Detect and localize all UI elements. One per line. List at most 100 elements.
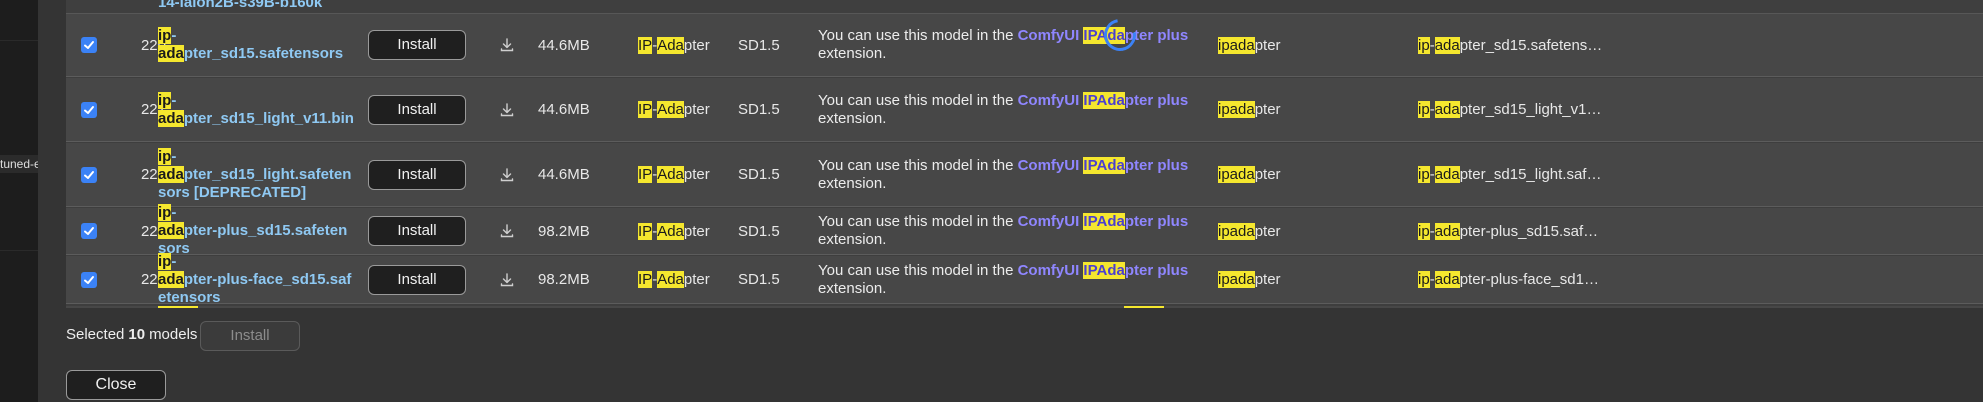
model-filename: ip-adapter_sd15_light_v11.bin xyxy=(158,78,354,141)
comfyui-ipadapter-link[interactable]: ComfyUI IPAdapter plus xyxy=(1017,91,1188,109)
text-segment: ComfyUI xyxy=(1017,27,1084,44)
filename-segment: - xyxy=(171,27,177,44)
search-highlight: ipada xyxy=(1218,166,1255,183)
install-button[interactable]: Install xyxy=(368,216,466,246)
download-icon xyxy=(500,102,514,116)
filename-fragment: 14-laion2B-s39B-b160k xyxy=(158,0,323,11)
search-highlight: ada xyxy=(158,109,184,127)
description-text: You can use this model in the ComfyUI IP… xyxy=(818,261,1223,298)
table-row[interactable]: 222 ip-adapter_sd15_light.safetensors [DE… xyxy=(66,143,1983,207)
text-segment: pter plus xyxy=(1124,213,1189,230)
description-text: You can use this model in the ComfyUI IP… xyxy=(818,27,1223,63)
text-segment: extension. xyxy=(818,45,887,62)
filename-segment: s xyxy=(334,45,344,62)
model-description: You can use this model in the ComfyUI IP… xyxy=(818,14,1223,76)
table-row[interactable]: 223 ip-adapter-plus_sd15.safetensors Insta… xyxy=(66,204,1983,257)
search-highlight: ip xyxy=(158,147,172,165)
filename-text: ip-adapter-plus_sd15.safetensors xyxy=(158,204,354,258)
model-type: IP - Ada pter xyxy=(638,208,728,254)
text-segment: pter xyxy=(683,166,710,183)
text-segment: pter xyxy=(1254,101,1281,118)
text-segment: pter xyxy=(1254,36,1281,54)
model-type: IP - Ada pter xyxy=(638,256,728,303)
text-segment: pter xyxy=(683,222,710,240)
install-selected-button[interactable]: Install xyxy=(200,321,300,351)
search-highlight: ada xyxy=(1434,222,1460,240)
text-segment: extension. xyxy=(818,231,887,248)
table-row[interactable]: 221 ip-adapter_sd15_light_v11.bin Install 4… xyxy=(66,78,1983,142)
filename-segment: in xyxy=(340,109,354,127)
install-cell: Install xyxy=(368,208,468,254)
text-segment: pter plus xyxy=(1124,261,1189,279)
selected-count: 10 xyxy=(128,326,146,343)
select-cell xyxy=(66,14,112,76)
model-base: SD1.5 xyxy=(738,166,780,183)
text-segment: You can use this model in the xyxy=(818,261,1018,279)
download-icon xyxy=(500,38,514,52)
search-highlight: IP xyxy=(638,101,653,118)
row-checkbox[interactable] xyxy=(81,101,97,118)
model-size: 44.6MB xyxy=(538,101,590,118)
download-link[interactable] xyxy=(492,208,522,254)
text-segment: ComfyUI xyxy=(1017,156,1084,174)
download-link[interactable] xyxy=(492,143,522,206)
install-button[interactable]: Install xyxy=(368,159,466,190)
model-filename: ip-adapter-plus_sd15.safetensors xyxy=(158,204,354,257)
model-save-path: ip - ada pter_sd15.safetens… xyxy=(1418,14,1618,76)
install-button[interactable]: Install xyxy=(368,264,466,295)
model-size: 98.2MB xyxy=(538,222,590,240)
search-highlight: IP xyxy=(638,271,653,288)
text-segment: ComfyUI xyxy=(1017,91,1084,109)
filename-segment: pter_sd15_light.safet xyxy=(183,165,334,183)
table-row-partial: 14-laion2B-s39B-b160k xyxy=(66,0,1983,14)
model-save-path: ip - ada pter_sd15_light.saf… xyxy=(1418,143,1618,206)
text-segment: ComfyUI xyxy=(1017,213,1084,230)
install-button[interactable]: Install xyxy=(368,94,466,125)
table-row[interactable]: 224 ip-adapter-plus-face_sd15.safetensors… xyxy=(66,252,1983,306)
comfyui-ipadapter-link[interactable]: ComfyUI IPAdapter plus xyxy=(1017,27,1188,44)
model-description: You can use this model in the ComfyUI IP… xyxy=(818,208,1223,254)
model-base: SD1.5 xyxy=(738,36,780,54)
comfyui-ipadapter-link[interactable]: ComfyUI IPAdapter plus xyxy=(1017,213,1189,230)
row-checkbox[interactable] xyxy=(81,223,97,239)
model-base: SD1.5 xyxy=(738,101,780,118)
description-text: You can use this model in the ComfyUI IP… xyxy=(818,213,1223,249)
download-link[interactable] xyxy=(492,256,522,303)
download-link[interactable] xyxy=(492,78,522,141)
row-checkbox[interactable] xyxy=(81,166,97,183)
close-button[interactable]: Close xyxy=(66,370,166,400)
text-segment: pter xyxy=(1254,222,1281,240)
filename-text: ip-adapter_sd15_light.safetensors [DEPRE… xyxy=(158,147,354,202)
search-highlight: ada xyxy=(1434,166,1460,183)
search-highlight: IPAda xyxy=(1083,156,1125,174)
download-link[interactable] xyxy=(492,14,522,76)
model-list-table[interactable]: 14-laion2B-s39B-b160k 220 ip-adapter_sd15… xyxy=(66,0,1983,308)
search-highlight: ada xyxy=(158,45,184,62)
search-highlight: ip xyxy=(158,27,172,44)
row-checkbox[interactable] xyxy=(81,271,97,288)
table-row[interactable]: 220 ip-adapter_sd15.safetensors Install 44.… xyxy=(66,14,1983,77)
model-reference: ipada pter xyxy=(1218,256,1368,303)
search-highlight: ipada xyxy=(1218,101,1255,118)
row-checkbox[interactable] xyxy=(81,37,97,53)
search-highlight: ada xyxy=(1434,36,1460,54)
install-button[interactable]: Install xyxy=(368,30,466,60)
background-canvas-strip: tuned-e xyxy=(0,0,38,402)
comfyui-ipadapter-link[interactable]: ComfyUI IPAdapter plus xyxy=(1017,156,1188,174)
download-icon xyxy=(500,167,514,181)
text-segment: You can use this model in the xyxy=(818,156,1018,174)
search-highlight: ada xyxy=(158,165,184,183)
text-segment: pter xyxy=(1254,166,1281,183)
model-description: You can use this model in the ComfyUI IP… xyxy=(818,143,1223,206)
model-size: 98.2MB xyxy=(538,271,590,288)
install-cell: Install xyxy=(368,256,468,303)
text-segment: pter xyxy=(683,271,710,288)
text-segment: extension. xyxy=(818,279,887,297)
comfyui-ipadapter-link[interactable]: ComfyUI IPAdapter plus xyxy=(1018,261,1189,279)
model-manager-dialog: 14-laion2B-s39B-b160k 220 ip-adapter_sd15… xyxy=(38,0,1983,402)
text-segment: pter-plus_sd15.saf… xyxy=(1459,222,1599,240)
text-segment: extension. xyxy=(818,109,887,127)
model-type: IP - Ada pter xyxy=(638,143,728,206)
model-base: SD1.5 xyxy=(738,222,780,240)
search-highlight: IP xyxy=(638,166,653,183)
